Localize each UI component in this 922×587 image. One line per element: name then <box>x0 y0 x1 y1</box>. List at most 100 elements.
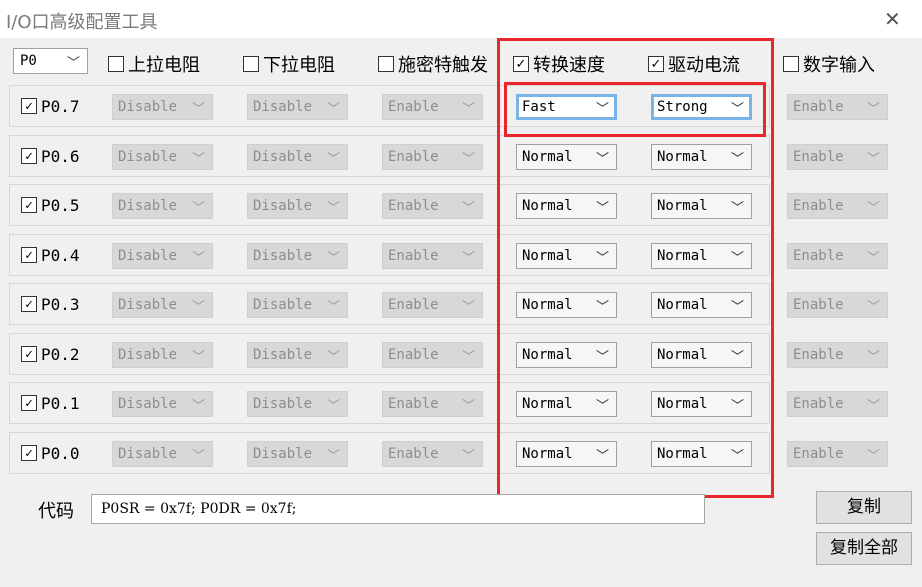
option-select[interactable]: Disable ﹀ <box>247 391 348 417</box>
checkbox[interactable]: ✓ <box>21 246 37 263</box>
column-header-label: 下拉电阻 <box>263 55 335 76</box>
checkbox[interactable]: ✓ <box>21 97 37 114</box>
pin-checkbox[interactable]: ✓ P0.4 <box>21 246 80 265</box>
copy-all-button[interactable]: 复制全部 <box>816 532 912 565</box>
pin-checkbox[interactable]: ✓ P0.1 <box>21 394 80 413</box>
option-select[interactable]: Enable ﹀ <box>382 193 483 219</box>
option-select[interactable]: Enable ﹀ <box>382 441 483 467</box>
checkbox[interactable]: ✓ <box>21 196 37 213</box>
column-header-5[interactable]: 数字输入 <box>783 51 875 77</box>
option-select[interactable]: Disable ﹀ <box>112 342 213 368</box>
option-select[interactable]: Disable ﹀ <box>247 342 348 368</box>
checkbox[interactable] <box>378 56 394 72</box>
chevron-down-icon: ﹀ <box>326 152 340 167</box>
close-icon[interactable]: ✕ <box>884 7 901 31</box>
option-select[interactable]: Disable ﹀ <box>247 94 348 120</box>
chevron-down-icon: ﹀ <box>66 56 80 71</box>
pin-checkbox[interactable]: ✓ P0.5 <box>21 196 80 215</box>
checkbox[interactable] <box>783 56 799 72</box>
option-value: Enable <box>388 446 439 462</box>
chevron-down-icon: ﹀ <box>461 251 475 266</box>
option-value: Disable <box>253 396 313 412</box>
option-value: Disable <box>253 198 313 214</box>
option-select[interactable]: Enable ﹀ <box>787 243 888 269</box>
chevron-down-icon: ﹀ <box>866 449 880 464</box>
pin-checkbox[interactable]: ✓ P0.7 <box>21 97 80 116</box>
option-value: Enable <box>388 248 439 264</box>
column-header-label: 上拉电阻 <box>128 55 200 76</box>
option-value: Disable <box>253 99 313 115</box>
column-header-2[interactable]: 施密特触发 <box>378 51 488 77</box>
pin-checkbox[interactable]: ✓ P0.6 <box>21 147 80 166</box>
checkbox[interactable]: ✓ <box>21 147 37 164</box>
option-select[interactable]: Enable ﹀ <box>382 144 483 170</box>
chevron-down-icon: ﹀ <box>866 399 880 414</box>
option-select[interactable]: Disable ﹀ <box>112 441 213 467</box>
option-value: Disable <box>118 198 178 214</box>
option-value: Enable <box>388 396 439 412</box>
option-select[interactable]: Disable ﹀ <box>247 193 348 219</box>
title-bar: I/O口高级配置工具 ✕ <box>0 0 922 38</box>
column-header-0[interactable]: 上拉电阻 <box>108 51 200 77</box>
checkbox[interactable]: ✓ <box>21 295 37 312</box>
option-select[interactable]: Enable ﹀ <box>787 292 888 318</box>
option-select[interactable]: Enable ﹀ <box>787 94 888 120</box>
checkbox[interactable]: ✓ <box>21 444 37 461</box>
chevron-down-icon: ﹀ <box>461 300 475 315</box>
pin-checkbox[interactable]: ✓ P0.2 <box>21 345 80 364</box>
option-select[interactable]: Enable ﹀ <box>787 193 888 219</box>
option-select[interactable]: Disable ﹀ <box>112 144 213 170</box>
chevron-down-icon: ﹀ <box>461 152 475 167</box>
option-value: Enable <box>388 99 439 115</box>
chevron-down-icon: ﹀ <box>191 102 205 117</box>
option-select[interactable]: Disable ﹀ <box>247 243 348 269</box>
option-select[interactable]: Enable ﹀ <box>787 144 888 170</box>
pin-checkbox[interactable]: ✓ P0.3 <box>21 295 80 314</box>
chevron-down-icon: ﹀ <box>191 449 205 464</box>
option-select[interactable]: Enable ﹀ <box>382 342 483 368</box>
pin-label: P0.1 <box>41 394 80 413</box>
option-value: Enable <box>793 446 844 462</box>
column-header-1[interactable]: 下拉电阻 <box>243 51 335 77</box>
checkbox[interactable] <box>243 56 259 72</box>
option-value: Enable <box>793 347 844 363</box>
port-select-value: P0 <box>20 53 37 69</box>
chevron-down-icon: ﹀ <box>866 350 880 365</box>
chevron-down-icon: ﹀ <box>461 350 475 365</box>
copy-button[interactable]: 复制 <box>816 491 912 524</box>
checkbox[interactable] <box>108 56 124 72</box>
code-output-field[interactable]: P0SR = 0x7f; P0DR = 0x7f; <box>91 494 705 524</box>
option-select[interactable]: Disable ﹀ <box>247 441 348 467</box>
port-select[interactable]: P0 ﹀ <box>13 48 88 74</box>
chevron-down-icon: ﹀ <box>326 300 340 315</box>
chevron-down-icon: ﹀ <box>191 350 205 365</box>
option-select[interactable]: Disable ﹀ <box>112 243 213 269</box>
option-select[interactable]: Enable ﹀ <box>382 94 483 120</box>
chevron-down-icon: ﹀ <box>326 201 340 216</box>
chevron-down-icon: ﹀ <box>866 102 880 117</box>
option-select[interactable]: Disable ﹀ <box>112 193 213 219</box>
option-select[interactable]: Disable ﹀ <box>247 292 348 318</box>
pin-checkbox[interactable]: ✓ P0.0 <box>21 444 80 463</box>
checkbox[interactable]: ✓ <box>21 394 37 411</box>
option-value: Disable <box>118 149 178 165</box>
option-select[interactable]: Enable ﹀ <box>787 391 888 417</box>
option-select[interactable]: Enable ﹀ <box>382 243 483 269</box>
option-value: Disable <box>253 347 313 363</box>
option-select[interactable]: Enable ﹀ <box>382 391 483 417</box>
chevron-down-icon: ﹀ <box>326 102 340 117</box>
code-label: 代码 <box>38 501 74 522</box>
option-select[interactable]: Disable ﹀ <box>247 144 348 170</box>
checkbox[interactable]: ✓ <box>21 345 37 362</box>
option-select[interactable]: Enable ﹀ <box>787 441 888 467</box>
option-value: Disable <box>253 297 313 313</box>
option-select[interactable]: Enable ﹀ <box>382 292 483 318</box>
option-value: Enable <box>388 297 439 313</box>
pin-label: P0.7 <box>41 97 80 116</box>
option-select[interactable]: Disable ﹀ <box>112 94 213 120</box>
option-select[interactable]: Disable ﹀ <box>112 391 213 417</box>
option-select[interactable]: Enable ﹀ <box>787 342 888 368</box>
pin-label: P0.3 <box>41 295 80 314</box>
chevron-down-icon: ﹀ <box>191 201 205 216</box>
option-select[interactable]: Disable ﹀ <box>112 292 213 318</box>
